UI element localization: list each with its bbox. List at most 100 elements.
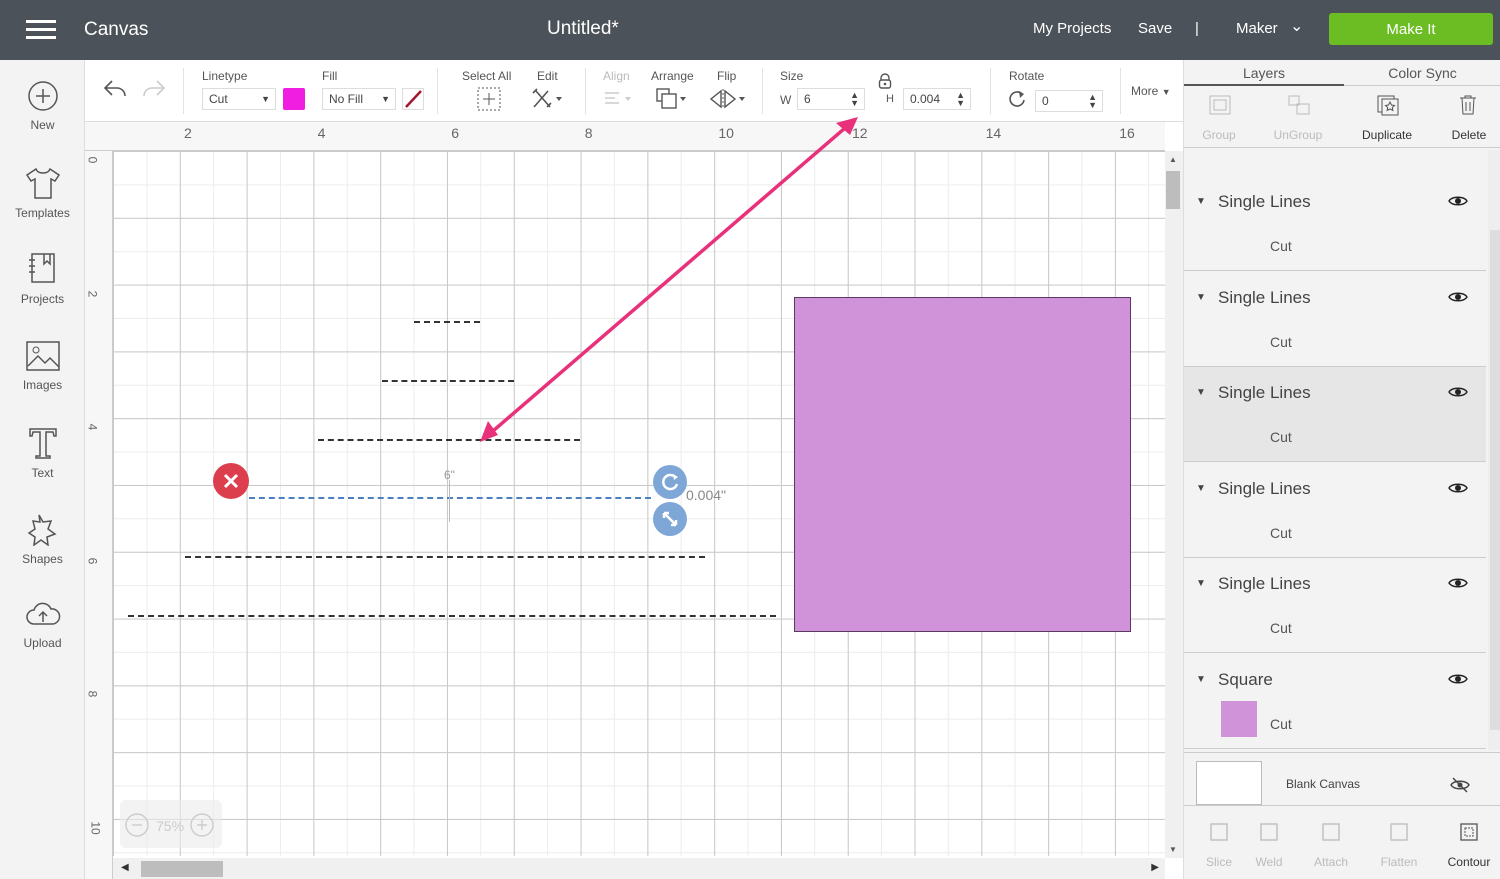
nav-images[interactable]: Images — [0, 340, 85, 392]
trash-icon[interactable] — [1458, 94, 1478, 116]
nav-shapes[interactable]: Shapes — [0, 512, 85, 566]
flip-label: Flip — [717, 69, 737, 83]
scroll-down-icon[interactable]: ▼ — [1169, 845, 1177, 854]
horizontal-scrollbar[interactable]: ◀ ▶ — [113, 858, 1165, 879]
ruler-top-label: 6 — [451, 125, 459, 141]
nav-label: Templates — [15, 206, 70, 220]
linetype-select[interactable]: Cut ▼ — [202, 88, 276, 110]
arrange-icon[interactable] — [655, 87, 691, 111]
chevron-down-icon[interactable]: ⌄ — [1290, 16, 1303, 36]
nav-text[interactable]: Text — [0, 426, 85, 480]
eye-hidden-icon[interactable] — [1450, 777, 1470, 793]
layer-item[interactable]: ▼ Single Lines Cut — [1184, 272, 1486, 367]
scroll-up-icon[interactable]: ▲ — [1169, 155, 1177, 164]
layer-item[interactable]: ▼ Single Lines Cut — [1184, 558, 1486, 653]
divider — [990, 68, 991, 114]
undo-icon[interactable] — [102, 78, 128, 100]
redo-icon[interactable] — [141, 78, 167, 100]
width-input[interactable]: 6 ▲ ▼ — [797, 88, 865, 110]
select-all-icon[interactable] — [477, 87, 501, 111]
scrollbar-thumb[interactable] — [1166, 171, 1180, 209]
caret-down-icon[interactable]: ▼ — [1196, 483, 1206, 494]
eye-icon[interactable] — [1448, 194, 1468, 208]
scrollbar-thumb[interactable] — [141, 861, 223, 877]
nav-upload[interactable]: Upload — [0, 600, 85, 650]
rotate-handle-icon[interactable] — [652, 464, 688, 500]
caret-down-icon[interactable]: ▼ — [1196, 578, 1206, 589]
fill-select[interactable]: No Fill ▼ — [322, 88, 396, 110]
nav-projects[interactable]: Projects — [0, 252, 85, 306]
single-line-3[interactable] — [318, 439, 580, 441]
action-flatten[interactable]: Flatten — [1364, 815, 1434, 875]
action-label: Attach — [1313, 855, 1349, 869]
nav-new[interactable]: New — [0, 80, 85, 132]
square-shape[interactable] — [794, 297, 1131, 632]
action-contour[interactable]: Contour — [1434, 815, 1500, 875]
layer-name: Single Lines — [1218, 478, 1311, 498]
tab-layers[interactable]: Layers — [1184, 60, 1344, 86]
linetype-color-swatch[interactable] — [283, 88, 305, 110]
height-input[interactable]: 0.004 ▲ ▼ — [903, 88, 971, 110]
scroll-right-icon[interactable]: ▶ — [1151, 862, 1159, 873]
attach-icon — [1322, 823, 1340, 841]
more-button[interactable]: More ▼ — [1131, 84, 1171, 98]
zoom-out-icon[interactable] — [124, 812, 150, 838]
caret-down-icon[interactable]: ▼ — [1196, 196, 1206, 207]
single-line-2[interactable] — [382, 380, 514, 382]
my-projects-link[interactable]: My Projects — [1033, 20, 1111, 37]
lock-icon[interactable] — [878, 73, 892, 89]
blank-canvas-row[interactable]: Blank Canvas — [1184, 752, 1500, 806]
ungroup-icon[interactable] — [1287, 94, 1311, 116]
upload-cloud-icon — [25, 602, 60, 625]
edit-label: Edit — [537, 69, 558, 83]
stepper-icon[interactable]: ▲ ▼ — [850, 91, 859, 108]
resize-handle-icon[interactable] — [652, 501, 688, 537]
eye-icon[interactable] — [1448, 576, 1468, 590]
action-weld[interactable]: Weld — [1234, 815, 1304, 875]
align-icon[interactable] — [603, 90, 635, 108]
stepper-icon[interactable]: ▲ ▼ — [956, 91, 965, 108]
machine-select[interactable]: Maker — [1236, 20, 1278, 37]
single-line-4-selected[interactable] — [249, 497, 651, 499]
zoom-control: 75% — [120, 800, 222, 848]
nav-label: Shapes — [22, 552, 63, 566]
caret-down-icon[interactable]: ▼ — [1196, 674, 1206, 685]
flip-icon[interactable] — [709, 87, 747, 111]
layer-item[interactable]: ▼ Single Lines Cut — [1184, 176, 1486, 271]
ruler-left-label: 8 — [85, 691, 100, 698]
zoom-level: 75% — [156, 818, 185, 834]
stepper-icon[interactable]: ▲ ▼ — [1088, 93, 1097, 110]
tab-color-sync[interactable]: Color Sync — [1344, 60, 1500, 86]
eye-icon[interactable] — [1448, 385, 1468, 399]
caret-down-icon[interactable]: ▼ — [1196, 292, 1206, 303]
layer-item[interactable]: ▼ Square Cut — [1184, 654, 1486, 749]
eye-icon[interactable] — [1448, 481, 1468, 495]
layer-name: Single Lines — [1218, 383, 1311, 402]
action-attach[interactable]: Attach — [1296, 815, 1366, 875]
make-it-button[interactable]: Make It — [1329, 13, 1493, 45]
edit-toolbar: Linetype Cut ▼ Fill No Fill ▼ Select All E… — [85, 60, 1183, 122]
vertical-scrollbar[interactable]: ▲ ▼ — [1165, 151, 1183, 858]
nav-templates[interactable]: Templates — [0, 166, 85, 220]
layers-scrollbar[interactable] — [1488, 150, 1500, 750]
single-line-1[interactable] — [414, 321, 480, 323]
layer-item[interactable]: ▼ Single Lines Cut — [1184, 463, 1486, 558]
scroll-left-icon[interactable]: ◀ — [121, 862, 129, 873]
save-link[interactable]: Save — [1138, 20, 1172, 37]
no-fill-swatch-icon[interactable] — [402, 88, 424, 110]
layer-item[interactable]: ▼ Single Lines Cut — [1184, 367, 1486, 462]
rotate-input[interactable]: 0 ▲ ▼ — [1035, 90, 1103, 112]
eye-icon[interactable] — [1448, 290, 1468, 304]
eye-icon[interactable] — [1448, 672, 1468, 686]
edit-tools-icon[interactable] — [531, 87, 565, 111]
caret-down-icon[interactable]: ▼ — [1196, 387, 1206, 398]
single-line-6[interactable] — [128, 615, 776, 617]
single-line-5[interactable] — [185, 556, 705, 558]
duplicate-icon[interactable] — [1376, 94, 1400, 116]
menu-icon[interactable] — [26, 20, 56, 40]
delete-selection-icon[interactable] — [212, 462, 250, 500]
zoom-in-icon[interactable] — [189, 812, 215, 838]
group-icon[interactable] — [1208, 94, 1232, 116]
scrollbar-thumb[interactable] — [1490, 230, 1500, 730]
ungroup-label: UnGroup — [1273, 128, 1323, 142]
